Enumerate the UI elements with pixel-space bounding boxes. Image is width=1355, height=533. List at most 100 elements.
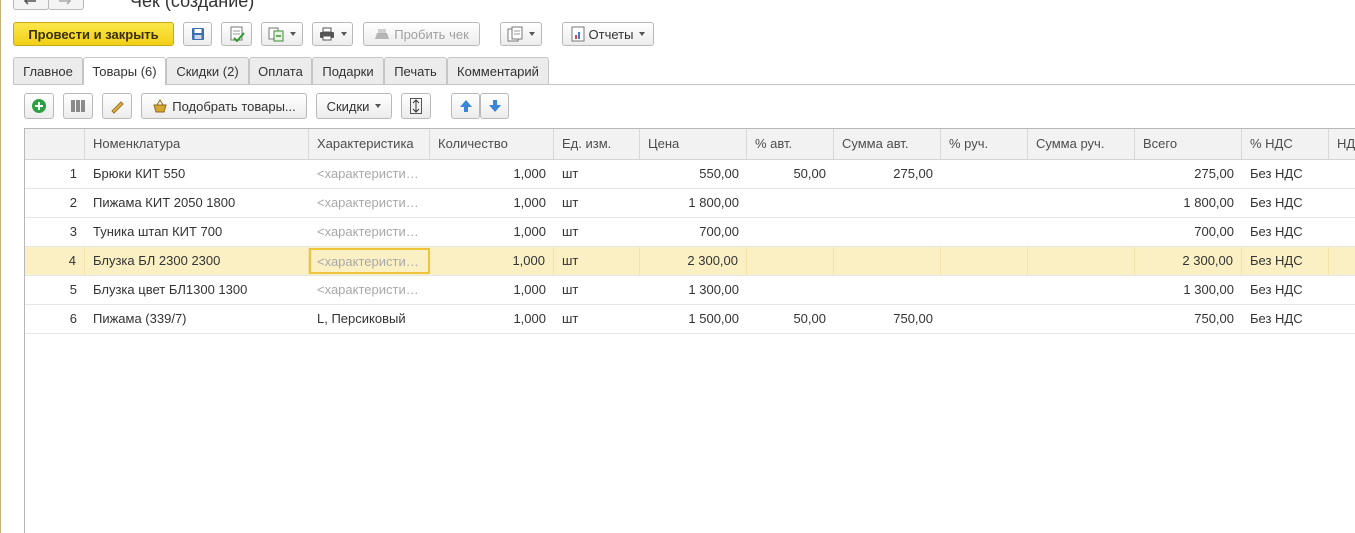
cell-total[interactable]: 750,00 bbox=[1135, 305, 1242, 333]
tab-discounts[interactable]: Скидки (2) bbox=[166, 57, 249, 84]
cell-n[interactable]: 2 bbox=[25, 189, 85, 217]
table-row[interactable]: 5 Блузка цвет БЛ1300 1300 <характеристика>… bbox=[25, 276, 1355, 305]
cell-unit[interactable]: шт bbox=[554, 276, 640, 304]
post-and-close-button[interactable]: Провести и закрыть bbox=[13, 22, 174, 46]
add-row-button[interactable] bbox=[24, 93, 54, 119]
cell-auto-sum[interactable]: 275,00 bbox=[834, 160, 941, 188]
cell-total[interactable]: 2 300,00 bbox=[1135, 247, 1242, 275]
cell-man-sum[interactable] bbox=[1028, 189, 1135, 217]
post-button[interactable] bbox=[221, 22, 252, 46]
cell-char[interactable]: <характеристика> bbox=[309, 189, 430, 217]
table-row[interactable]: 2 Пижама КИТ 2050 1800 <характеристика> 1,0… bbox=[25, 189, 1355, 218]
cell-unit[interactable]: шт bbox=[554, 305, 640, 333]
punch-receipt-button[interactable]: Пробить чек bbox=[363, 22, 480, 46]
column-header[interactable]: % НДС bbox=[1242, 129, 1329, 159]
related-documents-button[interactable] bbox=[500, 22, 542, 46]
pick-goods-button[interactable]: Подобрать товары... bbox=[141, 93, 307, 119]
cell-price[interactable]: 2 300,00 bbox=[640, 247, 747, 275]
cell-auto-pct[interactable] bbox=[747, 247, 834, 275]
cell-man-sum[interactable] bbox=[1028, 276, 1135, 304]
print-button[interactable] bbox=[312, 22, 353, 46]
cell-vat[interactable]: Без НДС bbox=[1242, 189, 1329, 217]
cell-vat-amount[interactable] bbox=[1329, 160, 1355, 188]
cell-total[interactable]: 1 800,00 bbox=[1135, 189, 1242, 217]
cell-price[interactable]: 1 800,00 bbox=[640, 189, 747, 217]
column-header[interactable]: Количество bbox=[430, 129, 554, 159]
cell-name[interactable]: Блузка БЛ 2300 2300 bbox=[85, 247, 309, 275]
cell-auto-sum[interactable]: 750,00 bbox=[834, 305, 941, 333]
column-header[interactable]: Ед. изм. bbox=[554, 129, 640, 159]
cell-vat[interactable]: Без НДС bbox=[1242, 218, 1329, 246]
table-row[interactable]: 6 Пижама (339/7) L, Персиковый 1,000 шт 1 500… bbox=[25, 305, 1355, 334]
cell-auto-pct[interactable]: 50,00 bbox=[747, 305, 834, 333]
cell-vat-amount[interactable] bbox=[1329, 189, 1355, 217]
table-row[interactable]: 4 Блузка БЛ 2300 2300 <характеристика> 1,00… bbox=[25, 247, 1355, 276]
column-header-number[interactable] bbox=[25, 129, 85, 159]
cell-auto-sum[interactable] bbox=[834, 247, 941, 275]
cell-auto-sum[interactable] bbox=[834, 276, 941, 304]
cell-price[interactable]: 1 300,00 bbox=[640, 276, 747, 304]
column-header[interactable]: % руч. bbox=[941, 129, 1028, 159]
cell-total[interactable]: 700,00 bbox=[1135, 218, 1242, 246]
tab-goods[interactable]: Товары (6) bbox=[83, 57, 166, 85]
column-header[interactable]: НДС bbox=[1329, 129, 1355, 159]
cell-vat-amount[interactable] bbox=[1329, 276, 1355, 304]
cell-vat-amount[interactable] bbox=[1329, 305, 1355, 333]
cell-qty[interactable]: 1,000 bbox=[430, 189, 554, 217]
cell-name[interactable]: Туника штап КИТ 700 bbox=[85, 218, 309, 246]
tab-print[interactable]: Печать bbox=[384, 57, 447, 84]
cell-man-pct[interactable] bbox=[941, 305, 1028, 333]
cell-qty[interactable]: 1,000 bbox=[430, 160, 554, 188]
cell-n[interactable]: 1 bbox=[25, 160, 85, 188]
save-button[interactable] bbox=[183, 22, 212, 46]
row-height-button[interactable] bbox=[401, 93, 431, 119]
cell-man-sum[interactable] bbox=[1028, 160, 1135, 188]
cell-auto-pct[interactable] bbox=[747, 218, 834, 246]
column-header[interactable]: Цена bbox=[640, 129, 747, 159]
edit-button[interactable] bbox=[102, 93, 132, 119]
discounts-button[interactable]: Скидки bbox=[316, 93, 392, 119]
cell-auto-pct[interactable] bbox=[747, 276, 834, 304]
column-header[interactable]: Сумма руч. bbox=[1028, 129, 1135, 159]
table-row[interactable]: 3 Туника штап КИТ 700 <характеристика> 1,00… bbox=[25, 218, 1355, 247]
cell-man-pct[interactable] bbox=[941, 276, 1028, 304]
cell-man-sum[interactable] bbox=[1028, 305, 1135, 333]
cell-vat[interactable]: Без НДС bbox=[1242, 305, 1329, 333]
cell-vat-amount[interactable] bbox=[1329, 247, 1355, 275]
column-header[interactable]: % авт. bbox=[747, 129, 834, 159]
cell-char[interactable]: <характеристика> bbox=[309, 276, 430, 304]
forward-button[interactable] bbox=[48, 0, 84, 10]
cell-n[interactable]: 4 bbox=[25, 247, 85, 275]
cell-n[interactable]: 5 bbox=[25, 276, 85, 304]
move-down-button[interactable] bbox=[480, 93, 509, 119]
cell-vat-amount[interactable] bbox=[1329, 218, 1355, 246]
cell-qty[interactable]: 1,000 bbox=[430, 305, 554, 333]
cell-auto-pct[interactable]: 50,00 bbox=[747, 160, 834, 188]
column-header[interactable]: Всего bbox=[1135, 129, 1242, 159]
barcode-button[interactable] bbox=[63, 93, 93, 119]
reports-button[interactable]: Отчеты bbox=[562, 22, 654, 46]
cell-qty[interactable]: 1,000 bbox=[430, 276, 554, 304]
cell-man-pct[interactable] bbox=[941, 218, 1028, 246]
cell-unit[interactable]: шт bbox=[554, 247, 640, 275]
cell-unit[interactable]: шт bbox=[554, 189, 640, 217]
cell-char[interactable]: <характеристика> bbox=[309, 160, 430, 188]
column-header[interactable]: Номенклатура bbox=[85, 129, 309, 159]
cell-vat[interactable]: Без НДС bbox=[1242, 160, 1329, 188]
cell-man-pct[interactable] bbox=[941, 247, 1028, 275]
cell-unit[interactable]: шт bbox=[554, 218, 640, 246]
table-row[interactable]: 1 Брюки КИТ 550 <характеристика> 1,000 шт 550… bbox=[25, 160, 1355, 189]
column-header[interactable]: Сумма авт. bbox=[834, 129, 941, 159]
column-header[interactable]: Характеристика bbox=[309, 129, 430, 159]
cell-vat[interactable]: Без НДС bbox=[1242, 276, 1329, 304]
cell-total[interactable]: 1 300,00 bbox=[1135, 276, 1242, 304]
tab-main[interactable]: Главное bbox=[13, 57, 83, 84]
cell-man-pct[interactable] bbox=[941, 189, 1028, 217]
cell-n[interactable]: 3 bbox=[25, 218, 85, 246]
cell-auto-pct[interactable] bbox=[747, 189, 834, 217]
cell-auto-sum[interactable] bbox=[834, 218, 941, 246]
cell-price[interactable]: 1 500,00 bbox=[640, 305, 747, 333]
cell-man-sum[interactable] bbox=[1028, 247, 1135, 275]
cell-char[interactable]: <характеристика> bbox=[309, 218, 430, 246]
cell-char[interactable]: <характеристика> bbox=[309, 248, 430, 274]
